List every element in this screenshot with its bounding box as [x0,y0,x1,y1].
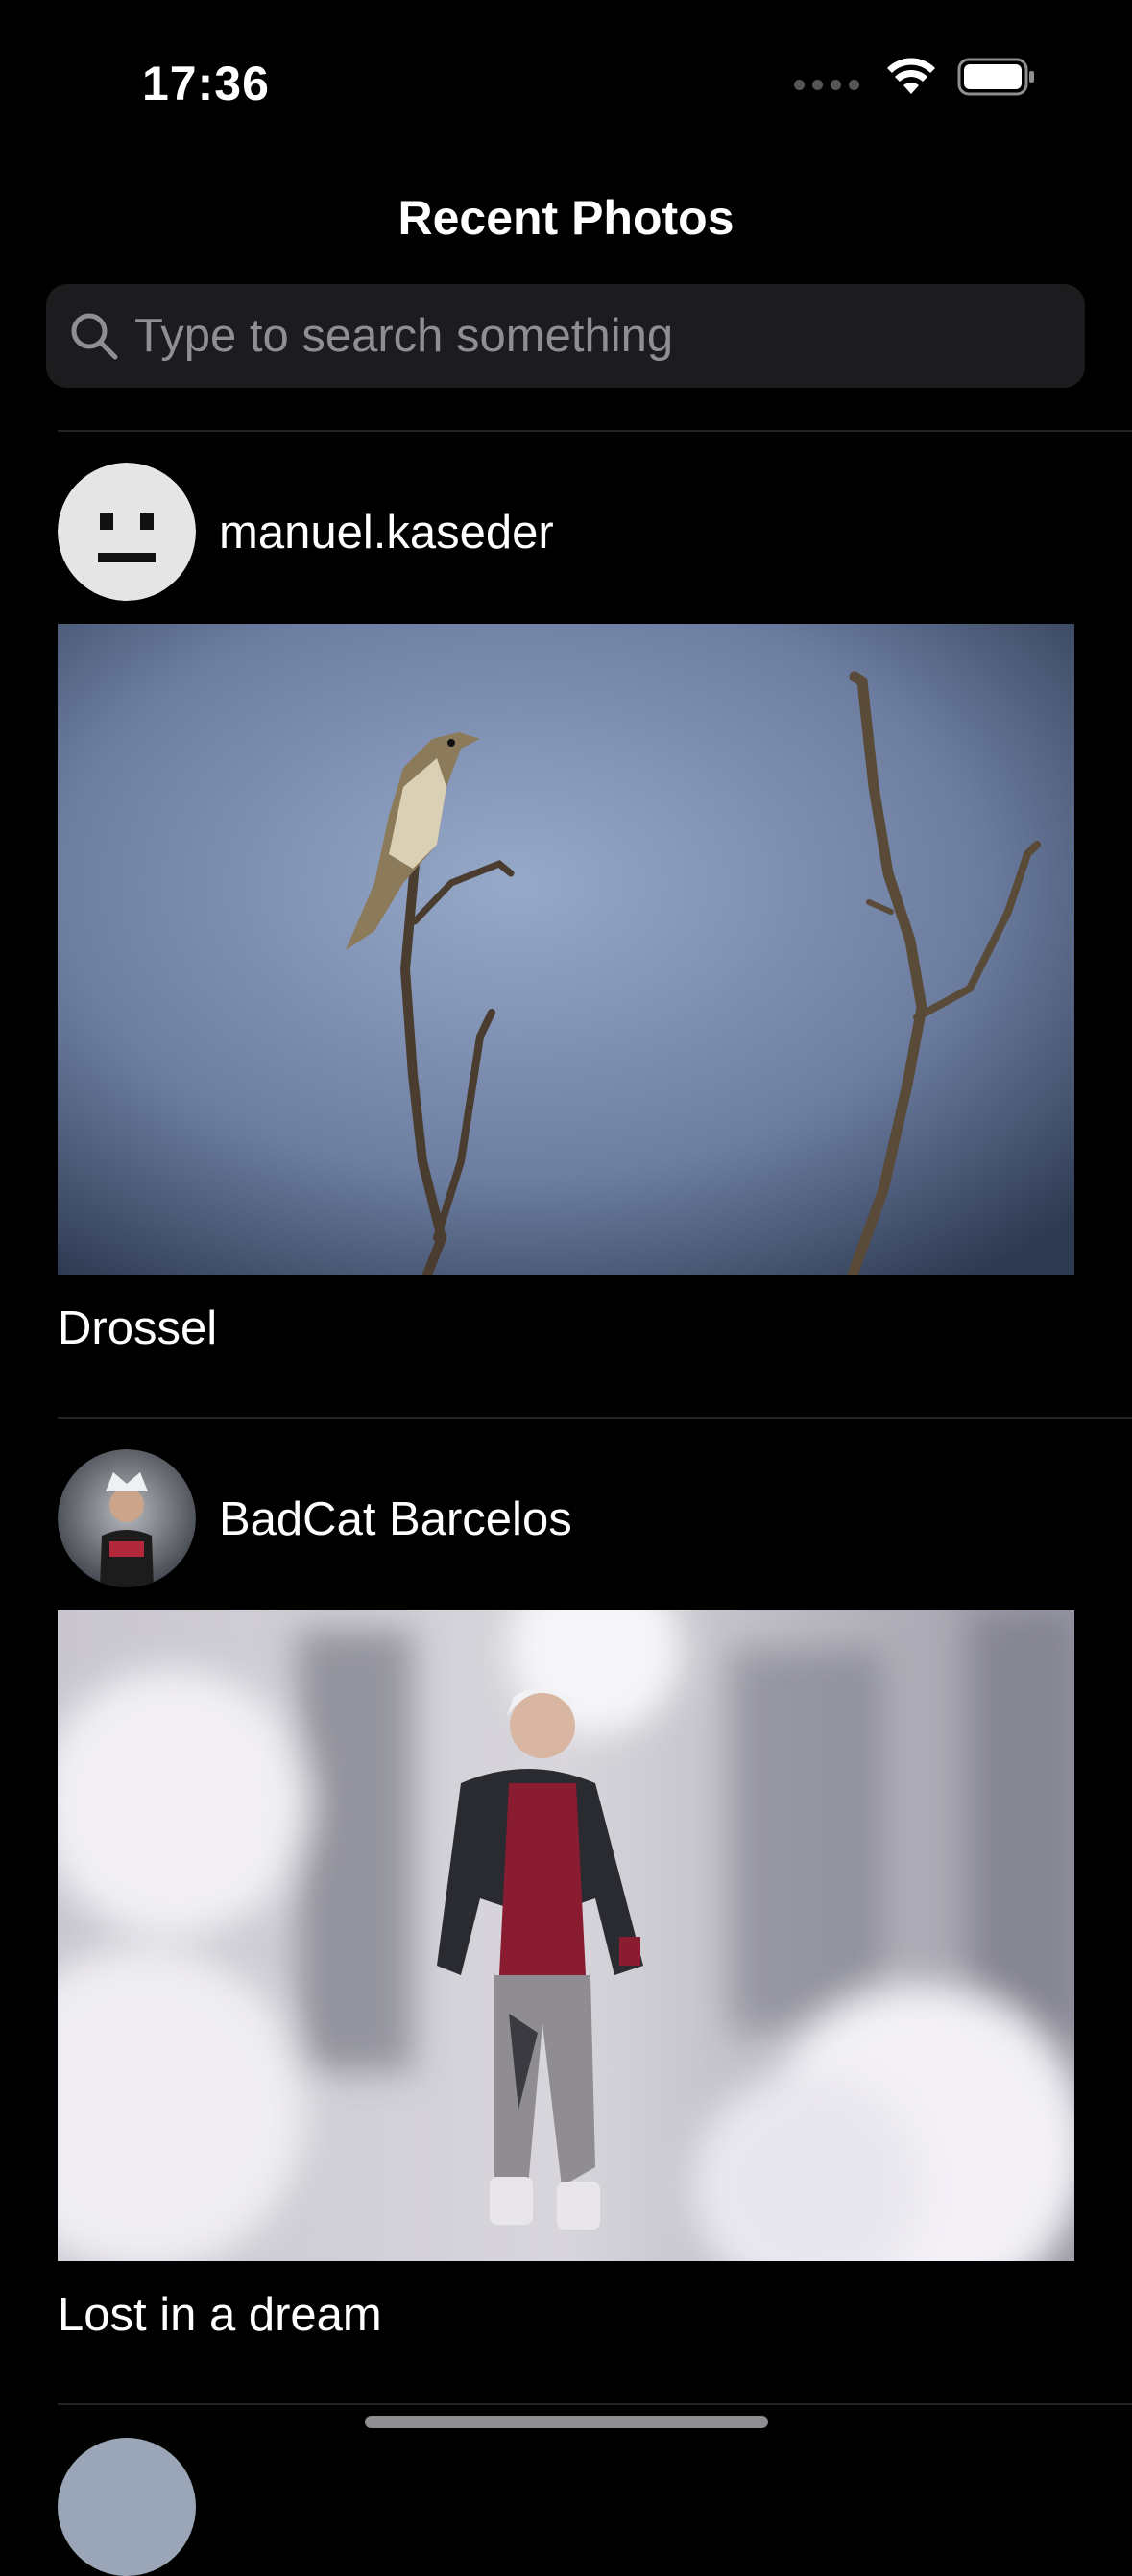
bird-on-branch-photo [58,624,1074,1275]
divider [58,430,1132,432]
avatar[interactable] [58,2438,196,2576]
page-title: Recent Photos [397,191,735,245]
search-bar[interactable] [46,284,1085,388]
avatar[interactable] [58,1449,196,1587]
avatar[interactable] [58,463,196,601]
post-photo[interactable] [58,624,1074,1275]
neutral-face-avatar [58,463,196,601]
status-bar: 17:36 [0,0,1132,163]
home-indicator[interactable] [365,2416,768,2428]
search-input[interactable] [134,309,1085,363]
post-caption: Drossel [58,1302,218,1354]
search-icon [71,313,118,360]
status-time: 17:36 [142,57,270,110]
status-icons [794,58,1036,96]
wifi-icon [887,58,935,94]
post-photo[interactable] [58,1610,1074,2261]
divider [58,2403,1132,2405]
battery-icon [957,58,1034,96]
divider [58,1417,1132,1419]
post-username[interactable]: BadCat Barcelos [219,1491,572,1548]
user-portrait-avatar [58,1449,196,1587]
post-caption: Lost in a dream [58,2289,382,2341]
person-in-winter-street-photo [58,1610,1074,2261]
signal-dots-icon [794,79,859,90]
post-username[interactable]: manuel.kaseder [219,504,554,561]
